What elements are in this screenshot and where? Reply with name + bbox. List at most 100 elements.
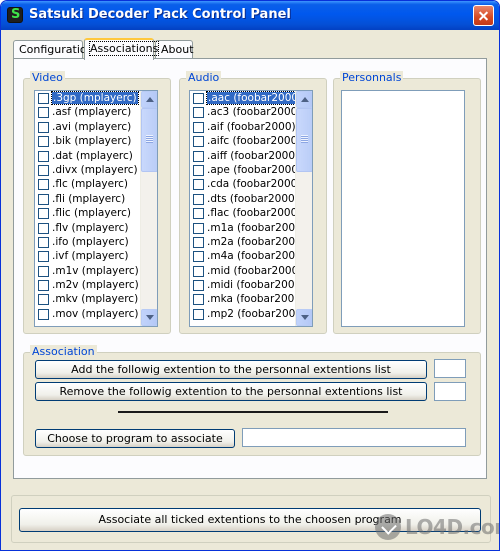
audio-list-item[interactable]: .mp2 (foobar2000) — [190, 307, 306, 321]
audio-list-item[interactable]: .mka (foobar2000) — [190, 292, 305, 306]
video-list-item[interactable]: .flv (mplayerc) — [35, 221, 141, 235]
audio-list-item[interactable]: .mid (foobar2000) — [190, 264, 302, 278]
checkbox[interactable] — [193, 164, 204, 176]
audio-item-label: .aac (foobar2000) — [205, 91, 305, 105]
checkbox[interactable] — [193, 265, 204, 277]
checkbox[interactable] — [193, 150, 204, 162]
checkbox[interactable] — [38, 121, 49, 133]
video-list-item[interactable]: .m2v (mplayerc) — [35, 278, 141, 292]
scroll-down-arrow-icon[interactable] — [296, 309, 312, 326]
checkbox[interactable] — [38, 93, 49, 104]
association-legend: Association — [30, 345, 97, 358]
video-item-label: .flc (mplayerc) — [52, 178, 129, 191]
video-list-item[interactable]: .bik (mplayerc) — [35, 134, 141, 148]
remove-extension-input[interactable] — [434, 382, 466, 401]
audio-list-item[interactable]: .cda (foobar2000) — [190, 177, 301, 191]
audio-item-label: .mid (foobar2000) — [207, 264, 303, 277]
video-extensions-list[interactable]: .3gp (mplayerc) .asf (mplayerc) .avi (mpla… — [34, 90, 158, 327]
audio-scrollbar[interactable] — [295, 91, 312, 326]
remove-extension-button[interactable]: Remove the followig extention to the per… — [35, 382, 427, 401]
checkbox[interactable] — [38, 193, 49, 205]
checkbox[interactable] — [38, 208, 49, 220]
video-list-item[interactable]: .ivf (mplayerc) — [35, 249, 141, 263]
scroll-thumb[interactable] — [141, 108, 157, 172]
audio-list-item[interactable]: .midi (foobar2000) — [190, 278, 305, 292]
audio-list-item[interactable]: .m1a (foobar2000) — [190, 221, 306, 235]
checkbox[interactable] — [38, 265, 49, 277]
program-path-input[interactable] — [242, 428, 466, 447]
video-list-item[interactable]: .ifo (mplayerc) — [35, 235, 141, 249]
video-list-item[interactable]: .fli (mplayerc) — [35, 192, 141, 206]
video-list-item[interactable]: .mkv (mplayerc) — [35, 292, 141, 306]
checkbox[interactable] — [38, 236, 49, 248]
tab-label: About — [161, 43, 194, 56]
checkbox[interactable] — [38, 164, 49, 176]
add-extension-button[interactable]: Add the followig extention to the person… — [35, 360, 427, 379]
video-list-item[interactable]: .dat (mplayerc) — [35, 149, 141, 163]
audio-list-item[interactable]: .flac (foobar2000) — [190, 206, 301, 220]
audio-item-label: .aiff (foobar2000) — [207, 149, 300, 162]
scroll-thumb[interactable] — [296, 108, 312, 172]
video-scrollbar[interactable] — [140, 91, 157, 326]
checkbox[interactable] — [193, 136, 204, 148]
app-window: Satsuki Decoder Pack Control Panel Confi… — [0, 0, 500, 551]
personnals-extensions-list[interactable] — [341, 90, 465, 327]
audio-list-items: .aac (foobar2000) .ac3 (foobar2000) .aif (… — [190, 91, 306, 321]
checkbox[interactable] — [193, 236, 204, 248]
video-list-item[interactable]: .asf (mplayerc) — [35, 105, 141, 119]
checkbox[interactable] — [193, 251, 204, 263]
scroll-up-arrow-icon[interactable] — [296, 91, 312, 108]
audio-list-item[interactable]: .aif (foobar2000) — [190, 120, 296, 134]
tab-associations[interactable]: Associations — [84, 38, 160, 60]
choose-program-button[interactable]: Choose to program to associate — [35, 429, 235, 448]
video-item-label: .mov (mplayerc) — [52, 307, 139, 320]
add-extension-input[interactable] — [434, 359, 466, 378]
checkbox[interactable] — [38, 251, 49, 263]
scroll-up-arrow-icon[interactable] — [141, 91, 157, 108]
audio-item-label: .mp2 (foobar2000) — [207, 307, 307, 320]
video-list-item[interactable]: .mov (mplayerc) — [35, 307, 141, 321]
audio-item-label: .aifc (foobar2000) — [207, 135, 302, 148]
checkbox[interactable] — [193, 294, 204, 306]
tab-about[interactable]: About — [155, 40, 194, 59]
checkbox[interactable] — [193, 93, 204, 104]
checkbox[interactable] — [193, 208, 204, 220]
checkbox[interactable] — [38, 222, 49, 234]
checkbox[interactable] — [38, 294, 49, 306]
video-list-item[interactable]: .flc (mplayerc) — [35, 177, 141, 191]
title-bar[interactable]: Satsuki Decoder Pack Control Panel — [1, 1, 499, 30]
audio-extensions-list[interactable]: .aac (foobar2000) .ac3 (foobar2000) .aif (… — [189, 90, 313, 327]
video-list-item[interactable]: .m1v (mplayerc) — [35, 264, 141, 278]
audio-item-label: .m1a (foobar2000) — [207, 221, 306, 234]
tab-configuration[interactable]: Configuration — [13, 40, 94, 59]
checkbox[interactable] — [38, 280, 49, 292]
checkbox[interactable] — [193, 121, 204, 133]
video-list-item[interactable]: .divx (mplayerc) — [35, 163, 141, 177]
video-list-item[interactable]: .3gp (mplayerc) — [35, 91, 141, 105]
audio-list-item[interactable]: .aifc (foobar2000) — [190, 134, 301, 148]
checkbox[interactable] — [193, 280, 204, 292]
video-list-item[interactable]: .avi (mplayerc) — [35, 120, 141, 134]
checkbox[interactable] — [38, 150, 49, 162]
checkbox[interactable] — [193, 179, 204, 191]
audio-list-item[interactable]: .aac (foobar2000) — [190, 91, 305, 105]
checkbox[interactable] — [193, 222, 204, 234]
window-title: Satsuki Decoder Pack Control Panel — [29, 7, 291, 22]
audio-list-item[interactable]: .aiff (foobar2000) — [190, 149, 300, 163]
audio-list-item[interactable]: .m2a (foobar2000) — [190, 235, 306, 249]
checkbox[interactable] — [193, 308, 204, 320]
checkbox[interactable] — [193, 193, 204, 205]
checkbox[interactable] — [193, 107, 204, 119]
audio-list-item[interactable]: .ape (foobar2000) — [190, 163, 302, 177]
close-button[interactable] — [473, 5, 494, 26]
audio-list-item[interactable]: .m4a (foobar2000) — [190, 249, 306, 263]
checkbox[interactable] — [38, 107, 49, 119]
checkbox[interactable] — [38, 136, 49, 148]
scroll-down-arrow-icon[interactable] — [141, 309, 157, 326]
checkbox[interactable] — [38, 179, 49, 191]
audio-list-item[interactable]: .dts (foobar2000) — [190, 192, 299, 206]
video-list-item[interactable]: .flic (mplayerc) — [35, 206, 141, 220]
checkbox[interactable] — [38, 308, 49, 320]
audio-list-item[interactable]: .ac3 (foobar2000) — [190, 105, 301, 119]
audio-item-label: .ape (foobar2000) — [207, 163, 303, 176]
